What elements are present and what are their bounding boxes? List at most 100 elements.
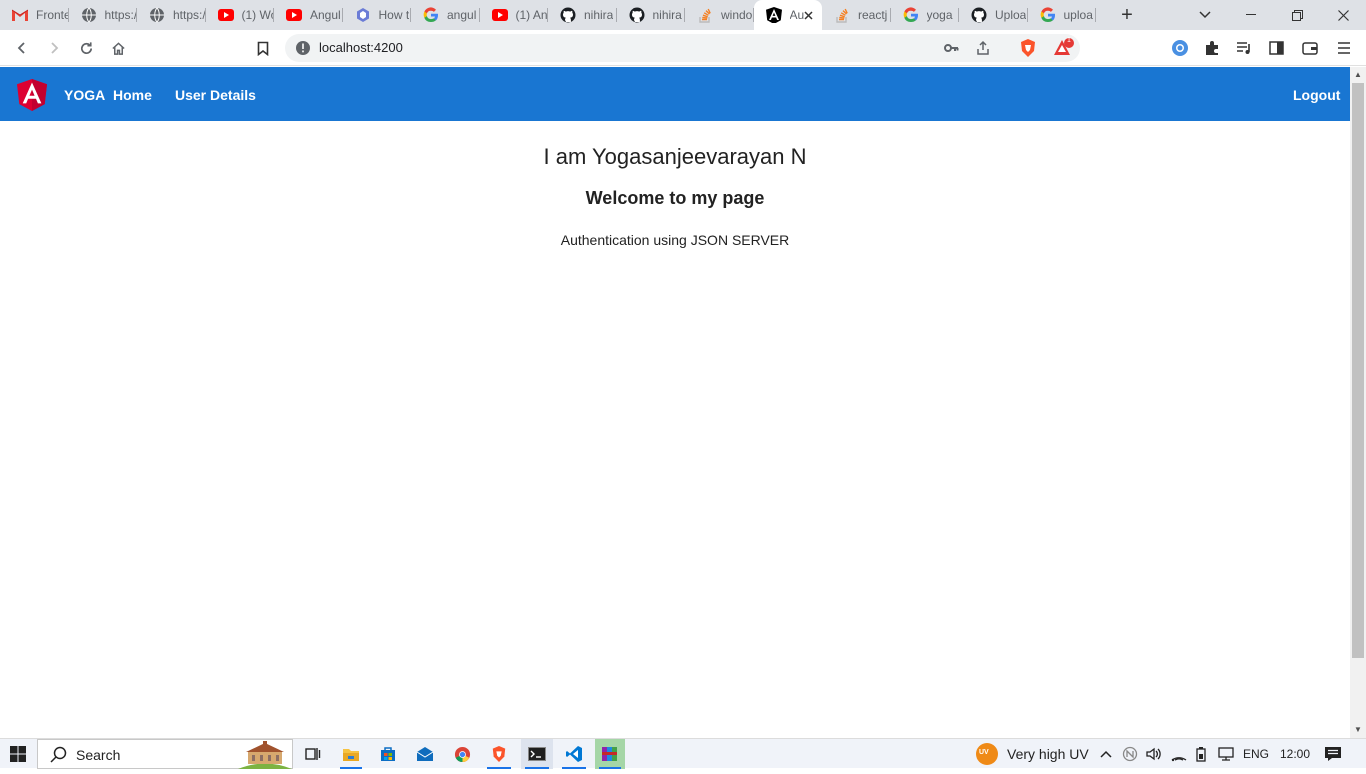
scroll-up-icon[interactable]: ▲	[1353, 70, 1363, 80]
browser-tab[interactable]: angul	[411, 0, 480, 30]
minimize-button[interactable]	[1228, 0, 1274, 30]
youtube-icon	[491, 7, 508, 23]
tab-search-button[interactable]	[1182, 0, 1228, 30]
profile-extension-button[interactable]	[1168, 36, 1192, 60]
taskbar-search-label: Search	[76, 747, 121, 763]
sidebar-button[interactable]	[1264, 36, 1288, 60]
tray-network-alt-icon[interactable]	[1121, 739, 1139, 769]
task-view-button[interactable]	[298, 739, 326, 769]
taskbar-vscode[interactable]	[558, 739, 590, 769]
app-navbar: YOGA Home User Details Logout	[0, 67, 1350, 121]
brave-shields-icon[interactable]	[1019, 38, 1037, 63]
taskbar-chrome[interactable]	[447, 739, 477, 769]
tab-title: nihira	[652, 8, 682, 22]
taskbar-search-box[interactable]: Search	[37, 739, 293, 769]
tray-volume-icon[interactable]	[1144, 739, 1164, 769]
restore-button[interactable]	[1274, 0, 1320, 30]
github-icon	[971, 7, 987, 23]
tray-clock[interactable]: 12:00	[1280, 739, 1310, 769]
bookmark-icon	[257, 41, 269, 56]
browser-toolbar: localhost:4200 1	[0, 30, 1366, 66]
key-icon[interactable]	[943, 40, 959, 61]
brand-name[interactable]: YOGA	[64, 87, 105, 103]
browser-tab[interactable]: nihira	[548, 0, 617, 30]
running-indicator	[562, 767, 586, 769]
back-button[interactable]	[10, 36, 34, 60]
vscode-icon	[566, 746, 582, 762]
taskbar-winrar[interactable]	[595, 739, 625, 769]
scroll-down-icon[interactable]: ▼	[1353, 725, 1363, 735]
tab-list: Frontend https:// https:// (1) Wo Angul How t…	[0, 0, 1096, 30]
start-button[interactable]	[0, 739, 36, 769]
new-tab-button[interactable]: +	[1112, 0, 1142, 30]
mail-icon	[416, 747, 434, 761]
nav-user-details-link[interactable]: User Details	[175, 87, 256, 103]
notification-center-button[interactable]	[1320, 739, 1346, 769]
browser-tab[interactable]: windo	[685, 0, 754, 30]
browser-tab[interactable]: Frontend	[0, 0, 69, 30]
browser-tab[interactable]: (1) Wo	[206, 0, 275, 30]
extensions-button[interactable]	[1200, 36, 1224, 60]
globe-icon	[81, 7, 97, 23]
taskbar-file-explorer[interactable]	[336, 739, 366, 769]
tab-title: (1) Wo	[241, 8, 275, 22]
browser-tab[interactable]: How t	[343, 0, 412, 30]
tab-title: (1) An	[515, 8, 548, 22]
forward-button[interactable]	[42, 36, 66, 60]
browser-tab[interactable]: https://	[69, 0, 137, 30]
browser-tab[interactable]: Uploa	[959, 0, 1028, 30]
puzzle-icon	[1206, 41, 1218, 55]
tray-language[interactable]: ENG	[1243, 739, 1269, 769]
tab-title: angul	[447, 8, 477, 22]
search-icon	[50, 746, 67, 768]
browser-tab[interactable]: Angul	[274, 0, 343, 30]
address-bar[interactable]: localhost:4200 1	[285, 34, 1080, 62]
brave-rewards-icon[interactable]: 1	[1053, 37, 1075, 63]
weather-widget-icon[interactable]: UV	[974, 739, 1000, 769]
reload-button[interactable]	[74, 36, 98, 60]
menu-button[interactable]	[1332, 36, 1356, 60]
gmail-icon	[12, 7, 28, 23]
browser-tab[interactable]: nihira	[617, 0, 686, 30]
media-button[interactable]	[1232, 36, 1256, 60]
running-indicator	[525, 767, 549, 769]
tab-title: nihira	[584, 8, 614, 22]
home-button[interactable]	[106, 36, 130, 60]
angular-logo-icon[interactable]	[17, 79, 47, 111]
browser-tab[interactable]: reactj	[822, 0, 891, 30]
tab-title: Uploa	[995, 8, 1027, 22]
nav-home-link[interactable]: Home	[113, 87, 152, 103]
tray-battery-icon[interactable]	[1192, 739, 1210, 769]
info-icon[interactable]	[295, 40, 311, 61]
browser-tab[interactable]: uploa	[1028, 0, 1097, 30]
hex-icon	[355, 7, 371, 23]
browser-tab-active[interactable]: Au	[753, 0, 822, 30]
search-highlight-image-icon	[238, 740, 292, 774]
taskbar-terminal[interactable]	[521, 739, 553, 769]
weather-widget[interactable]: Very high UV	[1007, 739, 1089, 769]
tray-overflow-button[interactable]	[1098, 739, 1114, 769]
tray-wifi-icon[interactable]	[1169, 739, 1189, 769]
close-window-button[interactable]	[1320, 0, 1366, 30]
bookmark-button[interactable]	[251, 36, 275, 60]
page-scrollbar[interactable]: ▲ ▼	[1350, 67, 1366, 738]
browser-tab[interactable]: https://	[137, 0, 206, 30]
tab-close-icon[interactable]	[800, 7, 816, 23]
terminal-icon	[528, 747, 546, 761]
page-subtitle: Welcome to my page	[585, 188, 765, 208]
github-icon	[560, 7, 576, 23]
taskbar-mail[interactable]	[410, 739, 440, 769]
tab-title: uploa	[1063, 8, 1093, 22]
taskbar-brave[interactable]	[483, 739, 515, 769]
tray-display-icon[interactable]	[1216, 739, 1236, 769]
share-icon[interactable]	[975, 40, 991, 61]
logout-link[interactable]: Logout	[1293, 87, 1340, 103]
url-text[interactable]: localhost:4200	[319, 40, 403, 55]
taskbar-store[interactable]	[373, 739, 403, 769]
wallet-button[interactable]	[1298, 36, 1322, 60]
clock-text: 12:00	[1280, 747, 1311, 761]
stackoverflow-icon	[697, 7, 713, 23]
browser-tab[interactable]: (1) An	[480, 0, 549, 30]
scroll-thumb[interactable]	[1352, 83, 1364, 658]
browser-tab[interactable]: yoga	[891, 0, 960, 30]
